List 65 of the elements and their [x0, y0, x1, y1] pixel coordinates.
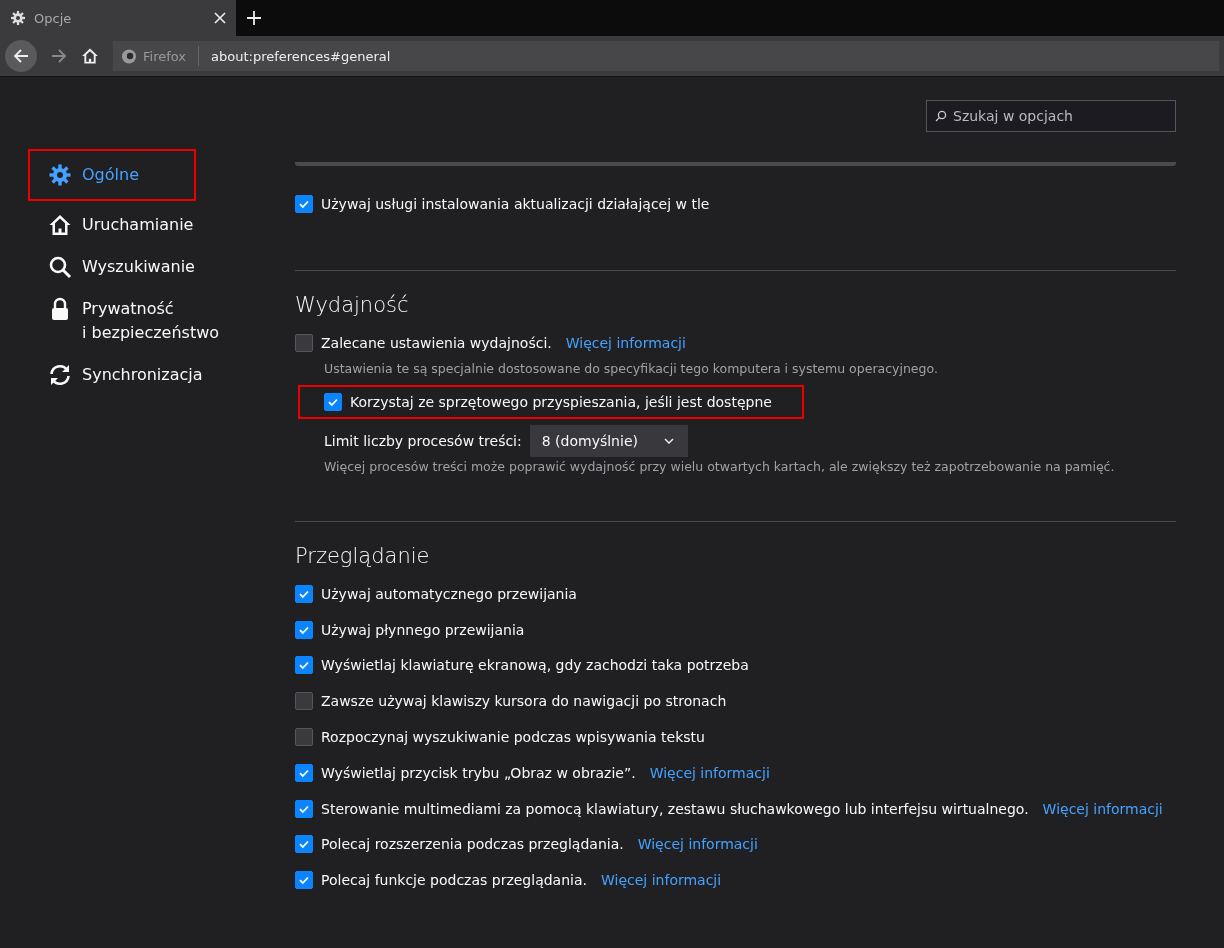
checkbox[interactable]: [295, 656, 313, 675]
option-label: Używaj płynnego przewijania: [321, 621, 525, 638]
firefox-logo-icon: [121, 48, 137, 64]
checkbox[interactable]: [295, 195, 313, 213]
browser-tab[interactable]: Opcje: [0, 0, 236, 36]
more-info-link[interactable]: Więcej informacji: [1042, 800, 1163, 817]
option-label: Używaj usługi instalowania aktualizacji działającej w tle: [321, 196, 710, 212]
option-description: Więcej procesów treści może poprawić wydajność przy wielu otwartych kartach, ale zwiększy też zapotrzebowanie na pamięć.: [323, 459, 1116, 476]
url-text: about:preferences#general: [211, 48, 391, 64]
checkbox[interactable]: [295, 763, 313, 782]
option-label: Używaj automatycznego przewijania: [321, 585, 577, 602]
checkbox[interactable]: [295, 835, 313, 854]
option-label: Korzystaj ze sprzętowego przyspieszania, jeśli jest dostępne: [350, 394, 772, 410]
forward-arrow-icon[interactable]: [51, 48, 67, 64]
gear-icon: [10, 10, 26, 26]
option-label: Rozpoczynaj wyszukiwanie podczas wpisywania tekstu: [321, 729, 705, 746]
back-button[interactable]: [5, 40, 37, 72]
search-icon: [48, 255, 72, 279]
plus-icon[interactable]: [246, 10, 262, 26]
checkmark-icon: [298, 198, 310, 210]
option-label: Wyświetlaj przycisk trybu „Obraz w obrazie”.: [321, 764, 636, 781]
gear-icon: [48, 163, 72, 187]
category-item[interactable]: Wyszukiwanie: [28, 249, 207, 285]
checkbox[interactable]: [295, 334, 313, 352]
checkbox[interactable]: [295, 692, 313, 711]
search-field[interactable]: Szukaj w opcjach: [926, 100, 1176, 132]
checkmark-icon: [298, 874, 310, 887]
tab-title: Opcje: [34, 10, 73, 26]
checkmark-icon: [298, 659, 310, 672]
category-item[interactable]: Prywatność i bezpieczeństwo: [28, 291, 232, 351]
checkbox[interactable]: [324, 393, 342, 411]
more-info-link[interactable]: Więcej informacji: [565, 335, 686, 351]
address-bar[interactable]: Firefox about:preferences#general: [113, 41, 1219, 71]
chevron-down-icon: [663, 438, 674, 444]
home-icon[interactable]: [81, 47, 99, 65]
more-info-link[interactable]: Więcej informacji: [601, 872, 722, 889]
identity-label: Firefox: [143, 48, 187, 64]
back-arrow-icon: [13, 48, 29, 64]
checkbox[interactable]: [295, 584, 313, 603]
option-description: Ustawienia te są specjalnie dostosowane do specyfikacji tego komputera i systemu operacyjnego.: [323, 361, 939, 378]
home-icon: [48, 213, 72, 237]
section-heading: Wydajność: [295, 293, 410, 317]
option-label: Limit liczby procesów treści:: [324, 433, 522, 449]
category-item[interactable]: Uruchamianie: [28, 207, 206, 243]
more-info-link[interactable]: Więcej informacji: [637, 836, 758, 853]
category-item[interactable]: Ogólne: [28, 149, 196, 201]
search-icon: [935, 110, 947, 122]
checkbox[interactable]: [295, 799, 313, 818]
checkbox[interactable]: [295, 620, 313, 639]
checkbox[interactable]: [295, 871, 313, 890]
option-label: Wyświetlaj klawiaturę ekranową, gdy zachodzi taka potrzeba: [321, 657, 749, 674]
checkmark-icon: [327, 396, 339, 408]
option-label: Polecaj funkcje podczas przeglądania.: [321, 872, 587, 889]
category-item[interactable]: Synchronizacja: [28, 357, 215, 393]
option-label: Zalecane ustawienia wydajności.: [321, 335, 552, 351]
more-info-link[interactable]: Więcej informacji: [649, 764, 770, 781]
checkmark-icon: [298, 838, 310, 851]
close-icon[interactable]: [214, 12, 226, 24]
option-label: Zawsze używaj klawiszy kursora do nawigacji po stronach: [321, 693, 727, 710]
sync-icon: [48, 363, 72, 387]
section-heading: Przeglądanie: [295, 544, 431, 568]
option-label: Polecaj rozszerzenia podczas przeglądania.: [321, 836, 624, 853]
process-limit-dropdown[interactable]: 8 (domyślnie): [529, 425, 688, 457]
option-label: Sterowanie multimediami za pomocą klawiatury, zestawu słuchawkowego lub interfejsu wirtualnego.: [321, 800, 1029, 817]
checkbox[interactable]: [295, 728, 313, 747]
